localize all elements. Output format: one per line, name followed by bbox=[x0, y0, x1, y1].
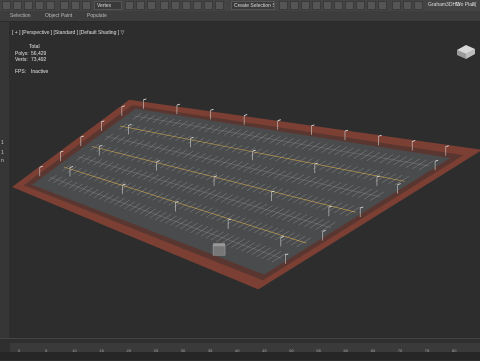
render-button[interactable] bbox=[378, 1, 387, 10]
light-fixture bbox=[176, 103, 181, 106]
snap-toggle-button[interactable] bbox=[182, 1, 191, 10]
rotate-button[interactable] bbox=[136, 1, 145, 10]
select-region-button[interactable] bbox=[82, 1, 91, 10]
scale-button[interactable] bbox=[147, 1, 156, 10]
selection-filter-dropdown[interactable]: Vertex bbox=[94, 1, 122, 10]
move-button[interactable] bbox=[125, 1, 134, 10]
undo-button[interactable] bbox=[2, 1, 11, 10]
user-account-label[interactable]: Graham3DHD bbox=[428, 0, 460, 11]
align-button[interactable] bbox=[290, 1, 299, 10]
selection-set-dropdown[interactable]: Create Selection Se bbox=[231, 1, 275, 10]
redo-button[interactable] bbox=[13, 1, 22, 10]
select-object-button[interactable] bbox=[60, 1, 69, 10]
light-fixture bbox=[143, 98, 147, 101]
perspective-viewport[interactable]: [ + ] [Perspective ] [Standard ] [Defaul… bbox=[9, 22, 480, 338]
left-panel-glyph: 1 bbox=[1, 150, 4, 156]
layer-button[interactable] bbox=[301, 1, 310, 10]
a360-button[interactable] bbox=[392, 1, 401, 10]
angle-snap-button[interactable] bbox=[193, 1, 202, 10]
ribbon-bar: Selection Object Paint Populate bbox=[0, 11, 480, 22]
status-bar bbox=[0, 352, 480, 360]
tab-populate[interactable]: Populate bbox=[87, 11, 107, 21]
folder-button[interactable] bbox=[403, 1, 412, 10]
unlink-button[interactable] bbox=[35, 1, 44, 10]
light-fixture bbox=[210, 108, 214, 111]
light-fixture bbox=[277, 119, 281, 122]
parking-booth bbox=[212, 244, 226, 256]
link-button[interactable] bbox=[24, 1, 33, 10]
spinner-snap-button[interactable] bbox=[215, 1, 224, 10]
parking-booth-roof bbox=[213, 243, 226, 247]
light-fixture bbox=[244, 114, 248, 116]
rendered-frame-button[interactable] bbox=[367, 1, 376, 10]
workspace-value[interactable]: 2( bbox=[472, 0, 476, 11]
pivot-button[interactable] bbox=[171, 1, 180, 10]
material-editor-button[interactable] bbox=[345, 1, 354, 10]
tab-selection[interactable]: Selection bbox=[10, 11, 31, 21]
light-fixture bbox=[311, 124, 315, 127]
render-setup-button[interactable] bbox=[356, 1, 365, 10]
parking-lot-model[interactable] bbox=[9, 22, 480, 338]
mirror-button[interactable] bbox=[279, 1, 288, 10]
curve-editor-button[interactable] bbox=[323, 1, 332, 10]
percent-snap-button[interactable] bbox=[204, 1, 213, 10]
left-panel-glyph: n bbox=[1, 158, 4, 164]
left-panel-glyph: 1 bbox=[1, 140, 4, 146]
tab-object-paint[interactable]: Object Paint bbox=[45, 11, 72, 21]
schematic-button[interactable] bbox=[334, 1, 343, 10]
graphite-button[interactable] bbox=[312, 1, 321, 10]
project-button[interactable] bbox=[414, 1, 423, 10]
bind-space-warp-button[interactable] bbox=[46, 1, 55, 10]
ref-coord-button[interactable] bbox=[160, 1, 169, 10]
select-by-name-button[interactable] bbox=[71, 1, 80, 10]
